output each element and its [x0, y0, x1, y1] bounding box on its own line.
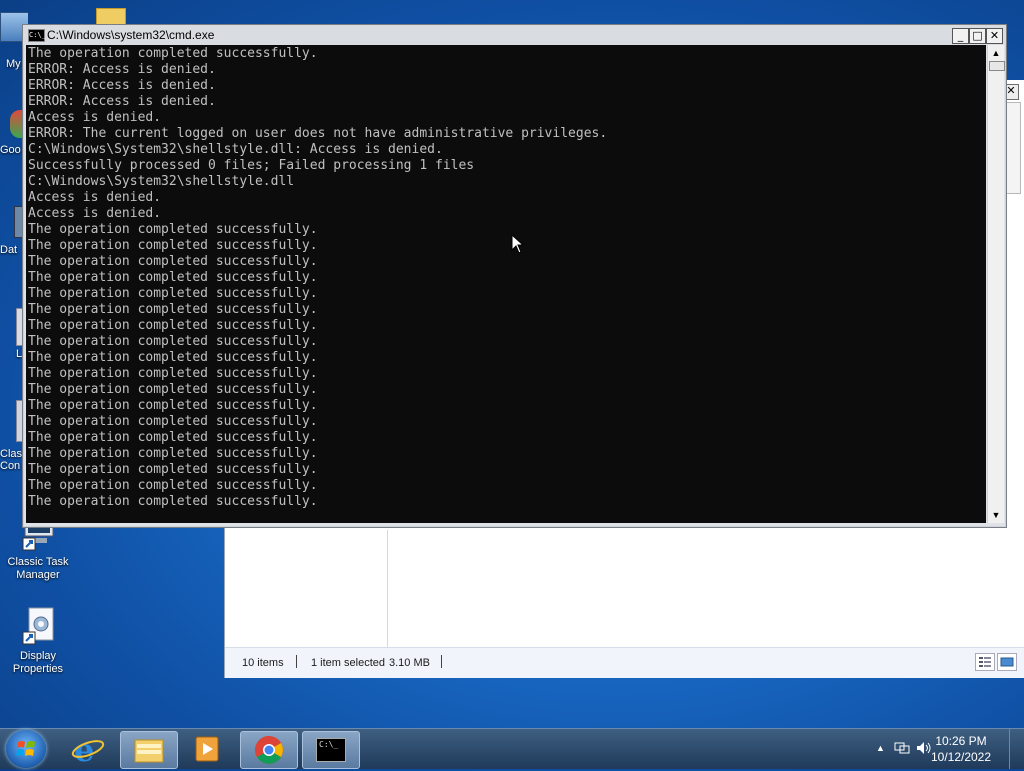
start-button[interactable]: [6, 730, 46, 768]
system-tray: ▲ 10:26 PM 10/12/2022: [864, 729, 1024, 769]
taskbar: e C:\_ ▲ 10:26 PM 10/12/2022: [0, 728, 1024, 769]
clock-time: 10:26 PM: [935, 734, 987, 748]
scroll-down-icon[interactable]: ▼: [988, 507, 1004, 523]
cmd-title-bar[interactable]: C:\_ C:\Windows\system32\cmd.exe _ □ ✕: [23, 25, 1006, 45]
desktop-icon-label: Classic Task Manager: [7, 556, 69, 581]
taskbar-media-player[interactable]: [180, 731, 236, 767]
status-size: 3.10 MB: [389, 657, 430, 669]
show-desktop-button[interactable]: [1009, 729, 1024, 769]
clock-date: 10/12/2022: [930, 750, 992, 764]
taskbar-file-explorer[interactable]: [120, 731, 178, 769]
scroll-up-icon[interactable]: ▲: [988, 45, 1004, 61]
show-hidden-icons-icon[interactable]: ▲: [876, 743, 885, 753]
maximize-button[interactable]: □: [969, 28, 986, 44]
network-icon[interactable]: [894, 741, 910, 758]
cmd-window[interactable]: C:\_ C:\Windows\system32\cmd.exe _ □ ✕ T…: [22, 24, 1007, 528]
cmd-icon: C:\_: [28, 29, 46, 42]
chrome-icon: [255, 736, 283, 764]
file-explorer-icon: [134, 739, 164, 763]
console-output[interactable]: The operation completed successfully. ER…: [26, 45, 986, 523]
large-icons-view-icon[interactable]: [997, 653, 1017, 671]
status-separator: [441, 655, 442, 668]
minimize-button[interactable]: _: [952, 28, 969, 44]
console-text: The operation completed successfully. ER…: [28, 46, 608, 509]
cmd-icon: C:\_: [316, 738, 346, 762]
explorer-status-bar: 10 items 1 item selected 3.10 MB: [225, 647, 1024, 678]
scroll-thumb[interactable]: [989, 61, 1005, 71]
internet-explorer-icon: e: [71, 731, 105, 769]
status-selected: 1 item selected: [311, 657, 385, 669]
pane-divider[interactable]: [387, 530, 388, 652]
status-item-count: 10 items: [242, 657, 284, 669]
close-button[interactable]: ✕: [986, 28, 1003, 44]
taskbar-internet-explorer[interactable]: e: [60, 731, 116, 769]
status-separator: [296, 655, 297, 668]
explorer-scrollbar[interactable]: [1005, 102, 1021, 194]
details-view-icon[interactable]: [975, 653, 995, 671]
media-player-icon: [195, 736, 219, 762]
window-title: C:\Windows\system32\cmd.exe: [47, 28, 215, 42]
taskbar-cmd[interactable]: C:\_: [302, 731, 360, 769]
display-properties-icon: [21, 606, 55, 646]
mouse-cursor-icon: [511, 233, 525, 257]
console-scrollbar[interactable]: ▲ ▼: [987, 45, 1005, 523]
cmd-icon-text: C:\_: [319, 740, 339, 749]
taskbar-chrome[interactable]: [240, 731, 298, 769]
desktop-icon-display-properties[interactable]: Display Properties: [0, 606, 76, 676]
clock[interactable]: 10:26 PM 10/12/2022: [928, 733, 994, 765]
desktop-icon-label: Display Properties: [12, 650, 64, 675]
